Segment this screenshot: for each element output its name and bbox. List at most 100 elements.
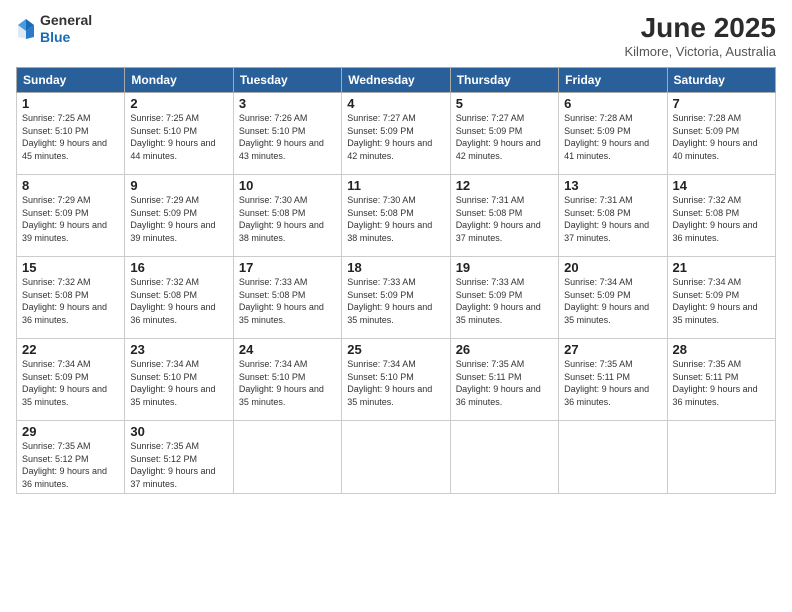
day-number: 2: [130, 96, 227, 111]
cell-info: Sunrise: 7:35 AM Sunset: 5:11 PM Dayligh…: [673, 358, 770, 408]
day-number: 9: [130, 178, 227, 193]
col-tuesday: Tuesday: [233, 68, 341, 93]
table-row: 12 Sunrise: 7:31 AM Sunset: 5:08 PM Dayl…: [450, 175, 558, 257]
day-number: 11: [347, 178, 444, 193]
cell-info: Sunrise: 7:29 AM Sunset: 5:09 PM Dayligh…: [130, 194, 227, 244]
cell-info: Sunrise: 7:30 AM Sunset: 5:08 PM Dayligh…: [239, 194, 336, 244]
table-row: 18 Sunrise: 7:33 AM Sunset: 5:09 PM Dayl…: [342, 257, 450, 339]
day-number: 27: [564, 342, 661, 357]
header: General Blue June 2025 Kilmore, Victoria…: [16, 12, 776, 59]
day-number: 8: [22, 178, 119, 193]
calendar-week-row: 15 Sunrise: 7:32 AM Sunset: 5:08 PM Dayl…: [17, 257, 776, 339]
day-number: 28: [673, 342, 770, 357]
table-row: 29 Sunrise: 7:35 AM Sunset: 5:12 PM Dayl…: [17, 421, 125, 494]
table-row: 24 Sunrise: 7:34 AM Sunset: 5:10 PM Dayl…: [233, 339, 341, 421]
day-number: 19: [456, 260, 553, 275]
day-number: 4: [347, 96, 444, 111]
table-row: 26 Sunrise: 7:35 AM Sunset: 5:11 PM Dayl…: [450, 339, 558, 421]
title-area: June 2025 Kilmore, Victoria, Australia: [625, 12, 777, 59]
calendar-table: Sunday Monday Tuesday Wednesday Thursday…: [16, 67, 776, 494]
cell-info: Sunrise: 7:33 AM Sunset: 5:08 PM Dayligh…: [239, 276, 336, 326]
table-row: [559, 421, 667, 494]
cell-info: Sunrise: 7:34 AM Sunset: 5:10 PM Dayligh…: [347, 358, 444, 408]
day-number: 29: [22, 424, 119, 439]
table-row: [667, 421, 775, 494]
cell-info: Sunrise: 7:35 AM Sunset: 5:12 PM Dayligh…: [130, 440, 227, 490]
day-number: 24: [239, 342, 336, 357]
day-number: 5: [456, 96, 553, 111]
cell-info: Sunrise: 7:25 AM Sunset: 5:10 PM Dayligh…: [22, 112, 119, 162]
cell-info: Sunrise: 7:32 AM Sunset: 5:08 PM Dayligh…: [22, 276, 119, 326]
table-row: 14 Sunrise: 7:32 AM Sunset: 5:08 PM Dayl…: [667, 175, 775, 257]
table-row: 20 Sunrise: 7:34 AM Sunset: 5:09 PM Dayl…: [559, 257, 667, 339]
cell-info: Sunrise: 7:34 AM Sunset: 5:09 PM Dayligh…: [22, 358, 119, 408]
table-row: 28 Sunrise: 7:35 AM Sunset: 5:11 PM Dayl…: [667, 339, 775, 421]
cell-info: Sunrise: 7:30 AM Sunset: 5:08 PM Dayligh…: [347, 194, 444, 244]
table-row: 7 Sunrise: 7:28 AM Sunset: 5:09 PM Dayli…: [667, 93, 775, 175]
col-monday: Monday: [125, 68, 233, 93]
logo-blue: Blue: [40, 29, 70, 45]
table-row: 19 Sunrise: 7:33 AM Sunset: 5:09 PM Dayl…: [450, 257, 558, 339]
day-number: 20: [564, 260, 661, 275]
table-row: 23 Sunrise: 7:34 AM Sunset: 5:10 PM Dayl…: [125, 339, 233, 421]
cell-info: Sunrise: 7:31 AM Sunset: 5:08 PM Dayligh…: [456, 194, 553, 244]
cell-info: Sunrise: 7:26 AM Sunset: 5:10 PM Dayligh…: [239, 112, 336, 162]
day-number: 10: [239, 178, 336, 193]
cell-info: Sunrise: 7:29 AM Sunset: 5:09 PM Dayligh…: [22, 194, 119, 244]
day-number: 30: [130, 424, 227, 439]
day-number: 6: [564, 96, 661, 111]
day-number: 17: [239, 260, 336, 275]
table-row: 10 Sunrise: 7:30 AM Sunset: 5:08 PM Dayl…: [233, 175, 341, 257]
calendar-header-row: Sunday Monday Tuesday Wednesday Thursday…: [17, 68, 776, 93]
table-row: [450, 421, 558, 494]
col-wednesday: Wednesday: [342, 68, 450, 93]
logo-icon: [16, 17, 36, 41]
table-row: 6 Sunrise: 7:28 AM Sunset: 5:09 PM Dayli…: [559, 93, 667, 175]
cell-info: Sunrise: 7:33 AM Sunset: 5:09 PM Dayligh…: [456, 276, 553, 326]
table-row: 22 Sunrise: 7:34 AM Sunset: 5:09 PM Dayl…: [17, 339, 125, 421]
location-subtitle: Kilmore, Victoria, Australia: [625, 44, 777, 59]
col-saturday: Saturday: [667, 68, 775, 93]
day-number: 15: [22, 260, 119, 275]
col-sunday: Sunday: [17, 68, 125, 93]
cell-info: Sunrise: 7:34 AM Sunset: 5:10 PM Dayligh…: [130, 358, 227, 408]
day-number: 22: [22, 342, 119, 357]
cell-info: Sunrise: 7:33 AM Sunset: 5:09 PM Dayligh…: [347, 276, 444, 326]
cell-info: Sunrise: 7:32 AM Sunset: 5:08 PM Dayligh…: [673, 194, 770, 244]
day-number: 7: [673, 96, 770, 111]
day-number: 21: [673, 260, 770, 275]
day-number: 26: [456, 342, 553, 357]
day-number: 3: [239, 96, 336, 111]
day-number: 18: [347, 260, 444, 275]
logo-text: General Blue: [40, 12, 92, 46]
cell-info: Sunrise: 7:27 AM Sunset: 5:09 PM Dayligh…: [456, 112, 553, 162]
table-row: 16 Sunrise: 7:32 AM Sunset: 5:08 PM Dayl…: [125, 257, 233, 339]
col-friday: Friday: [559, 68, 667, 93]
table-row: 21 Sunrise: 7:34 AM Sunset: 5:09 PM Dayl…: [667, 257, 775, 339]
calendar-week-row: 8 Sunrise: 7:29 AM Sunset: 5:09 PM Dayli…: [17, 175, 776, 257]
day-number: 14: [673, 178, 770, 193]
table-row: 11 Sunrise: 7:30 AM Sunset: 5:08 PM Dayl…: [342, 175, 450, 257]
cell-info: Sunrise: 7:25 AM Sunset: 5:10 PM Dayligh…: [130, 112, 227, 162]
calendar-week-row: 22 Sunrise: 7:34 AM Sunset: 5:09 PM Dayl…: [17, 339, 776, 421]
table-row: 1 Sunrise: 7:25 AM Sunset: 5:10 PM Dayli…: [17, 93, 125, 175]
cell-info: Sunrise: 7:28 AM Sunset: 5:09 PM Dayligh…: [673, 112, 770, 162]
table-row: 8 Sunrise: 7:29 AM Sunset: 5:09 PM Dayli…: [17, 175, 125, 257]
day-number: 16: [130, 260, 227, 275]
cell-info: Sunrise: 7:32 AM Sunset: 5:08 PM Dayligh…: [130, 276, 227, 326]
cell-info: Sunrise: 7:35 AM Sunset: 5:11 PM Dayligh…: [456, 358, 553, 408]
calendar-week-row: 29 Sunrise: 7:35 AM Sunset: 5:12 PM Dayl…: [17, 421, 776, 494]
table-row: 15 Sunrise: 7:32 AM Sunset: 5:08 PM Dayl…: [17, 257, 125, 339]
calendar-week-row: 1 Sunrise: 7:25 AM Sunset: 5:10 PM Dayli…: [17, 93, 776, 175]
table-row: 30 Sunrise: 7:35 AM Sunset: 5:12 PM Dayl…: [125, 421, 233, 494]
cell-info: Sunrise: 7:35 AM Sunset: 5:12 PM Dayligh…: [22, 440, 119, 490]
day-number: 12: [456, 178, 553, 193]
month-title: June 2025: [625, 12, 777, 44]
table-row: 9 Sunrise: 7:29 AM Sunset: 5:09 PM Dayli…: [125, 175, 233, 257]
table-row: [342, 421, 450, 494]
col-thursday: Thursday: [450, 68, 558, 93]
cell-info: Sunrise: 7:34 AM Sunset: 5:09 PM Dayligh…: [564, 276, 661, 326]
day-number: 1: [22, 96, 119, 111]
table-row: 13 Sunrise: 7:31 AM Sunset: 5:08 PM Dayl…: [559, 175, 667, 257]
day-number: 25: [347, 342, 444, 357]
